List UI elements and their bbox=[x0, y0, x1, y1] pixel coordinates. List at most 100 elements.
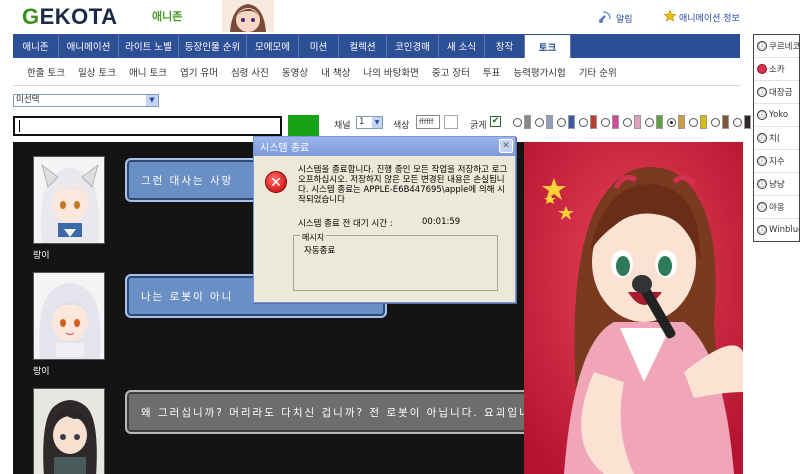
user-avatar bbox=[33, 156, 105, 244]
sub-nav-item[interactable]: 엽기 유머 bbox=[180, 65, 218, 79]
color-swatch[interactable] bbox=[689, 115, 707, 129]
swatch-color bbox=[678, 115, 685, 129]
sub-nav-item[interactable]: 중고 장터 bbox=[432, 65, 470, 79]
color-swatch[interactable] bbox=[557, 115, 575, 129]
character-illustration bbox=[524, 142, 743, 474]
swatch-radio[interactable] bbox=[667, 117, 676, 127]
swatch-radio[interactable] bbox=[557, 117, 566, 127]
swatch-radio[interactable] bbox=[579, 117, 588, 127]
countdown-value: 00:01:59 bbox=[422, 217, 461, 227]
sub-nav-item[interactable]: 동영상 bbox=[282, 65, 308, 79]
user-list-item[interactable]: ⓘ Yoko bbox=[754, 104, 799, 127]
user-name: Winblue bbox=[769, 225, 800, 235]
swatch-radio[interactable] bbox=[689, 117, 698, 127]
swatch-color bbox=[656, 115, 663, 129]
sub-nav-item[interactable]: 내 책상 bbox=[321, 65, 350, 79]
main-nav-item[interactable]: 모에모에 bbox=[247, 34, 299, 58]
user-list-item[interactable]: 소카 bbox=[754, 58, 799, 81]
info-icon: ⓘ bbox=[757, 41, 767, 51]
sub-nav-item[interactable]: 기타 순위 bbox=[579, 65, 617, 79]
sub-nav-item[interactable]: 일상 토크 bbox=[78, 65, 116, 79]
user-name: 대장금 bbox=[769, 88, 793, 98]
swatch-radio[interactable] bbox=[601, 117, 610, 127]
swatch-radio[interactable] bbox=[711, 117, 720, 127]
color-swatch[interactable] bbox=[733, 115, 751, 129]
main-nav-item[interactable]: 코인경매 bbox=[387, 34, 439, 58]
user-name: 냥냥 bbox=[769, 180, 785, 190]
chat-input[interactable] bbox=[13, 116, 282, 136]
color-swatch[interactable] bbox=[623, 115, 641, 129]
color-swatch[interactable] bbox=[601, 115, 619, 129]
swatch-radio[interactable] bbox=[733, 117, 742, 127]
anime-info-link[interactable]: 애니메이션 정보 bbox=[663, 9, 740, 25]
info-icon: ⓘ bbox=[757, 202, 767, 212]
logo-subtitle: 애니존 bbox=[152, 10, 183, 23]
user-list-item[interactable]: ⓘ 냥냥 bbox=[754, 173, 799, 196]
user-name: 야옹 bbox=[769, 203, 785, 213]
swatch-color bbox=[612, 115, 619, 129]
swatch-color bbox=[744, 115, 751, 129]
sub-nav-item[interactable]: 능력평가시험 bbox=[513, 65, 565, 79]
swatch-radio[interactable] bbox=[535, 117, 544, 127]
main-nav-item[interactable]: 미션 bbox=[299, 34, 339, 58]
user-avatar-icon bbox=[757, 64, 767, 74]
bold-checkbox[interactable]: ✔ bbox=[490, 116, 501, 127]
sub-nav-item[interactable]: 애니 토크 bbox=[129, 65, 167, 79]
swatch-radio[interactable] bbox=[645, 117, 654, 127]
user-list-item[interactable]: ⓘ Winblue bbox=[754, 219, 800, 241]
color-input[interactable]: ffffff bbox=[416, 115, 440, 129]
main-nav-item[interactable]: 컬렉션 bbox=[339, 34, 387, 58]
main-nav-item[interactable]: 창작 bbox=[485, 34, 525, 58]
main-nav-item[interactable]: 애니메이션 bbox=[59, 34, 119, 58]
user-name: 치( bbox=[769, 134, 781, 144]
user-name: 지수 bbox=[769, 157, 785, 167]
sub-nav-item[interactable]: 심령 사진 bbox=[231, 65, 269, 79]
text-caret bbox=[19, 120, 20, 132]
dialog-titlebar[interactable]: 시스템 종료 ✕ bbox=[254, 137, 515, 156]
filter-select-value: 미선택 bbox=[16, 95, 40, 105]
user-list-item[interactable]: ⓘ 야옹 bbox=[754, 196, 799, 219]
swatch-radio[interactable] bbox=[513, 117, 522, 127]
channel-select[interactable]: 1 ▼ bbox=[356, 116, 383, 129]
sub-nav-item[interactable]: 나의 바탕화면 bbox=[363, 65, 418, 79]
color-swatch[interactable] bbox=[711, 115, 729, 129]
info-icon: ⓘ bbox=[757, 87, 767, 97]
swatch-radio[interactable] bbox=[623, 117, 632, 127]
color-preview[interactable] bbox=[444, 115, 458, 129]
color-swatch[interactable] bbox=[579, 115, 597, 129]
color-swatch[interactable] bbox=[535, 115, 553, 129]
send-button[interactable] bbox=[288, 115, 319, 137]
swatch-color bbox=[700, 115, 707, 129]
main-nav-item[interactable]: 토크 bbox=[525, 34, 571, 58]
swatch-color bbox=[722, 115, 729, 129]
shutdown-dialog: 시스템 종료 ✕ ✕ 시스템을 종료합니다. 진행 중인 모든 작업을 저장하고… bbox=[253, 136, 516, 303]
message-bubble: 그런 대사는 사망 bbox=[125, 158, 270, 202]
close-icon[interactable]: ✕ bbox=[499, 139, 513, 153]
user-list-item[interactable]: ⓘ 치( bbox=[754, 127, 799, 150]
channel-select-value: 1 bbox=[359, 117, 365, 127]
message-text: 왜 그러십니까? 머리라도 다치신 겁니까? 전 로봇이 아닙니다. 요괴입니다… bbox=[141, 406, 524, 419]
sub-nav: 한줄 토크 일상 토크 애니 토크 엽기 유머 심령 사진 동영상 내 책상 나의 바탕화면 중… bbox=[13, 58, 740, 86]
color-swatch[interactable] bbox=[667, 115, 685, 129]
alarm-link[interactable]: 알림 bbox=[598, 10, 633, 27]
main-nav-item[interactable]: 새 소식 bbox=[439, 34, 485, 58]
message-text: 나는 로봇이 아니 bbox=[141, 290, 234, 303]
logo-text: EKOTA bbox=[39, 4, 118, 29]
user-list-item[interactable]: ⓘ 지수 bbox=[754, 150, 799, 173]
site-logo[interactable]: GEKOTA bbox=[22, 4, 118, 30]
user-avatar bbox=[33, 272, 105, 360]
user-list-item[interactable]: ⓘ 대장금 bbox=[754, 81, 799, 104]
color-swatch[interactable] bbox=[513, 115, 531, 129]
main-nav-item[interactable]: 라이트 노벨 bbox=[119, 34, 179, 58]
filter-select[interactable]: 미선택 ▼ bbox=[13, 94, 159, 107]
color-swatch[interactable] bbox=[645, 115, 663, 129]
user-list-item[interactable]: ⓘ 쿠르네코 bbox=[754, 35, 799, 58]
info-icon: ⓘ bbox=[757, 225, 767, 235]
sub-nav-item[interactable]: 투표 bbox=[483, 65, 500, 79]
sub-nav-item[interactable]: 한줄 토크 bbox=[27, 65, 65, 79]
main-nav-item[interactable]: 등장인물 순위 bbox=[179, 34, 247, 58]
star-icon bbox=[663, 9, 677, 25]
info-icon: ⓘ bbox=[757, 110, 767, 120]
main-nav-item[interactable]: 애니존 bbox=[13, 34, 59, 58]
user-avatar bbox=[33, 388, 105, 474]
